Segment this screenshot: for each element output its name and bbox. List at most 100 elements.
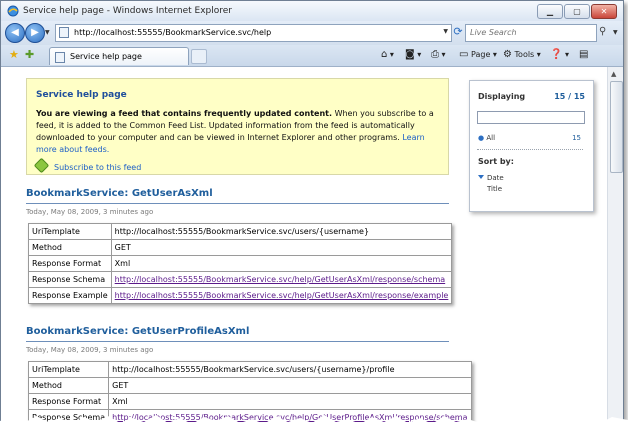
- tab-bar: ★ ✚ Service help page ⌂ ▾ ◙ ▾ ⎙ ▾ ▭ Page…: [1, 45, 623, 67]
- minimize-icon: ▁: [546, 7, 554, 16]
- table-row: Response Schema http://localhost:55555/Bo…: [28, 271, 453, 288]
- row-value: http://localhost:55555/BookmarkService.s…: [108, 361, 472, 378]
- row-key: Method: [28, 239, 112, 256]
- row-key: Response Format: [28, 255, 112, 272]
- subscribe-link[interactable]: Subscribe to this feed: [33, 157, 142, 174]
- maximize-button[interactable]: ▢: [564, 4, 590, 19]
- table-row: Response Format Xml: [28, 255, 453, 272]
- row-value: GET: [110, 239, 453, 256]
- feed-filter-panel: Displaying 15 / 15 ● All 15 Sort by: Dat…: [469, 80, 594, 212]
- tools-menu-label: Tools: [514, 50, 535, 59]
- new-tab-button[interactable]: [191, 49, 207, 64]
- table-row: Method GET: [28, 239, 453, 256]
- banner-title: Service help page: [36, 90, 127, 100]
- section-divider: [26, 203, 449, 204]
- banner-text: You are viewing a feed that contains fre…: [36, 108, 441, 156]
- subscribe-icon: [33, 157, 50, 174]
- bullet-icon: ●: [478, 134, 485, 142]
- window-title: Service help page - Windows Internet Exp…: [23, 6, 232, 16]
- row-key: UriTemplate: [28, 223, 112, 240]
- search-dropdown-icon[interactable]: ▼: [613, 29, 618, 36]
- table-row: Response Format Xml: [27, 393, 472, 410]
- response-example-link[interactable]: http://localhost:55555/BookmarkService.s…: [115, 291, 449, 300]
- filter-all-label: All: [486, 134, 496, 142]
- close-icon: ✕: [600, 7, 608, 16]
- address-bar: ◀ ▶ ▼ ▼ ⟳ ✕ ⚲ ▼: [1, 21, 623, 45]
- address-box: ▼: [55, 24, 452, 42]
- row-value: GET: [108, 377, 472, 394]
- feed-filter-input[interactable]: [477, 111, 585, 124]
- search-icon[interactable]: ⚲: [599, 26, 606, 37]
- displaying-heading: Displaying: [478, 92, 526, 101]
- row-key: Response Format: [27, 393, 110, 410]
- row-key: Response Example: [28, 287, 112, 304]
- help-icon: ❓: [550, 49, 563, 60]
- add-favorites-icon[interactable]: ✚: [25, 48, 34, 61]
- table-row: UriTemplate http://localhost:55555/Bookma…: [27, 361, 472, 378]
- title-bar: Service help page - Windows Internet Exp…: [1, 1, 623, 21]
- research-button[interactable]: ▤: [579, 49, 588, 60]
- page-menu-label: Page: [471, 50, 491, 59]
- feed-banner: Service help page You are viewing a feed…: [26, 78, 449, 175]
- row-value: Xml: [110, 255, 453, 272]
- table-row: Method GET: [27, 377, 472, 394]
- browser-window: Service help page - Windows Internet Exp…: [0, 0, 624, 432]
- section-divider: [26, 341, 449, 342]
- response-schema-link[interactable]: http://localhost:55555/BookmarkService.s…: [115, 275, 446, 284]
- search-box: [465, 24, 597, 42]
- ie-logo-icon: [7, 5, 19, 17]
- favorites-star-icon[interactable]: ★: [9, 48, 19, 61]
- home-icon: ⌂: [381, 49, 388, 60]
- address-dropdown-icon[interactable]: ▼: [443, 28, 448, 35]
- sort-by-title[interactable]: Title: [487, 185, 502, 193]
- rss-icon: ◙: [405, 49, 415, 60]
- table-row: Response Example http://localhost:55555/B…: [28, 287, 453, 304]
- home-button[interactable]: ⌂ ▾: [381, 49, 394, 60]
- help-button[interactable]: ❓ ▾: [550, 49, 569, 60]
- filter-all-link[interactable]: ● All: [478, 134, 495, 142]
- research-icon: ▤: [579, 49, 589, 60]
- section-title: BookmarkService: GetUserAsXml: [26, 188, 213, 199]
- filter-all-count: 15: [572, 134, 581, 142]
- print-icon: ⎙: [431, 49, 439, 60]
- address-input[interactable]: [74, 26, 414, 39]
- maximize-icon: ▢: [573, 7, 581, 16]
- row-key: Response Schema: [28, 271, 112, 288]
- page-icon: [55, 52, 65, 63]
- page-content: Service help page You are viewing a feed…: [1, 67, 607, 431]
- subscribe-label: Subscribe to this feed: [54, 163, 142, 172]
- page-menu-icon: ▭: [459, 49, 469, 60]
- feeds-button[interactable]: ◙ ▾: [405, 49, 421, 60]
- section-date: Today, May 08, 2009, 3 minutes ago: [26, 208, 154, 216]
- row-value: Xml: [108, 393, 472, 410]
- operation-table: UriTemplate http://localhost:55555/Bookma…: [28, 223, 453, 304]
- print-button[interactable]: ⎙ ▾: [431, 49, 446, 60]
- row-value: http://localhost:55555/BookmarkService.s…: [110, 223, 453, 240]
- scrollbar-thumb[interactable]: [610, 81, 623, 173]
- section-title: BookmarkService: GetUserProfileAsXml: [26, 326, 250, 337]
- table-row: UriTemplate http://localhost:55555/Bookma…: [28, 223, 453, 240]
- row-key: UriTemplate: [27, 361, 110, 378]
- tab-service-help[interactable]: Service help page: [49, 47, 189, 65]
- page-icon: [59, 27, 69, 38]
- tab-label: Service help page: [70, 52, 142, 61]
- window-controls: ▁ ▢ ✕: [537, 4, 617, 19]
- refresh-icon[interactable]: ⟳: [451, 25, 465, 39]
- sort-by-date[interactable]: Date: [478, 174, 504, 182]
- search-input[interactable]: [470, 26, 580, 39]
- gear-icon: ⚙: [503, 49, 512, 60]
- page-menu-button[interactable]: ▭ Page ▾: [459, 49, 497, 60]
- torn-edge: [0, 415, 628, 435]
- scroll-up-icon[interactable]: ▲: [611, 70, 616, 78]
- tools-menu-button[interactable]: ⚙ Tools ▾: [503, 49, 541, 60]
- panel-divider: [477, 149, 583, 150]
- vertical-scrollbar[interactable]: ▲: [607, 67, 623, 431]
- minimize-button[interactable]: ▁: [537, 4, 563, 19]
- forward-button[interactable]: ▶: [25, 23, 45, 43]
- history-dropdown-icon[interactable]: ▼: [45, 29, 50, 36]
- sort-descending-icon: [478, 175, 484, 179]
- back-button[interactable]: ◀: [5, 23, 25, 43]
- section-date: Today, May 08, 2009, 3 minutes ago: [26, 346, 154, 354]
- back-arrow-icon: ◀: [11, 27, 19, 38]
- close-button[interactable]: ✕: [591, 4, 617, 19]
